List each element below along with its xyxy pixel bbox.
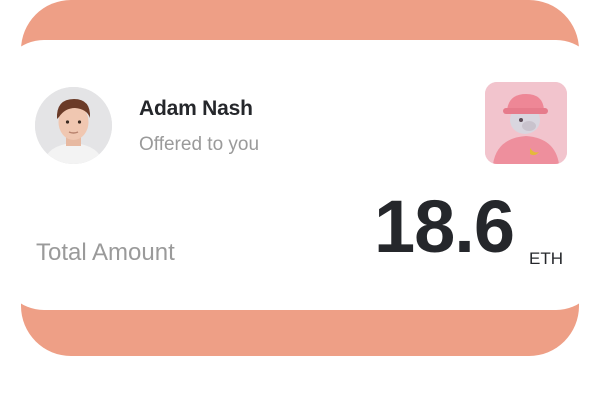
total-amount-label: Total Amount xyxy=(36,239,175,266)
amount-unit: ETH xyxy=(529,249,563,268)
offerer-name: Adam Nash xyxy=(139,97,253,120)
offer-widget: Adam Nash Offered to you Total Amount 18… xyxy=(0,0,600,400)
avatar-image xyxy=(35,87,112,164)
avatar[interactable] xyxy=(35,87,112,164)
nft-thumbnail[interactable] xyxy=(485,82,567,164)
nft-image xyxy=(485,82,567,164)
offer-subtitle: Offered to you xyxy=(139,134,260,155)
offer-card[interactable]: Adam Nash Offered to you Total Amount 18… xyxy=(0,40,600,310)
amount-value: 18.6 xyxy=(373,185,515,268)
